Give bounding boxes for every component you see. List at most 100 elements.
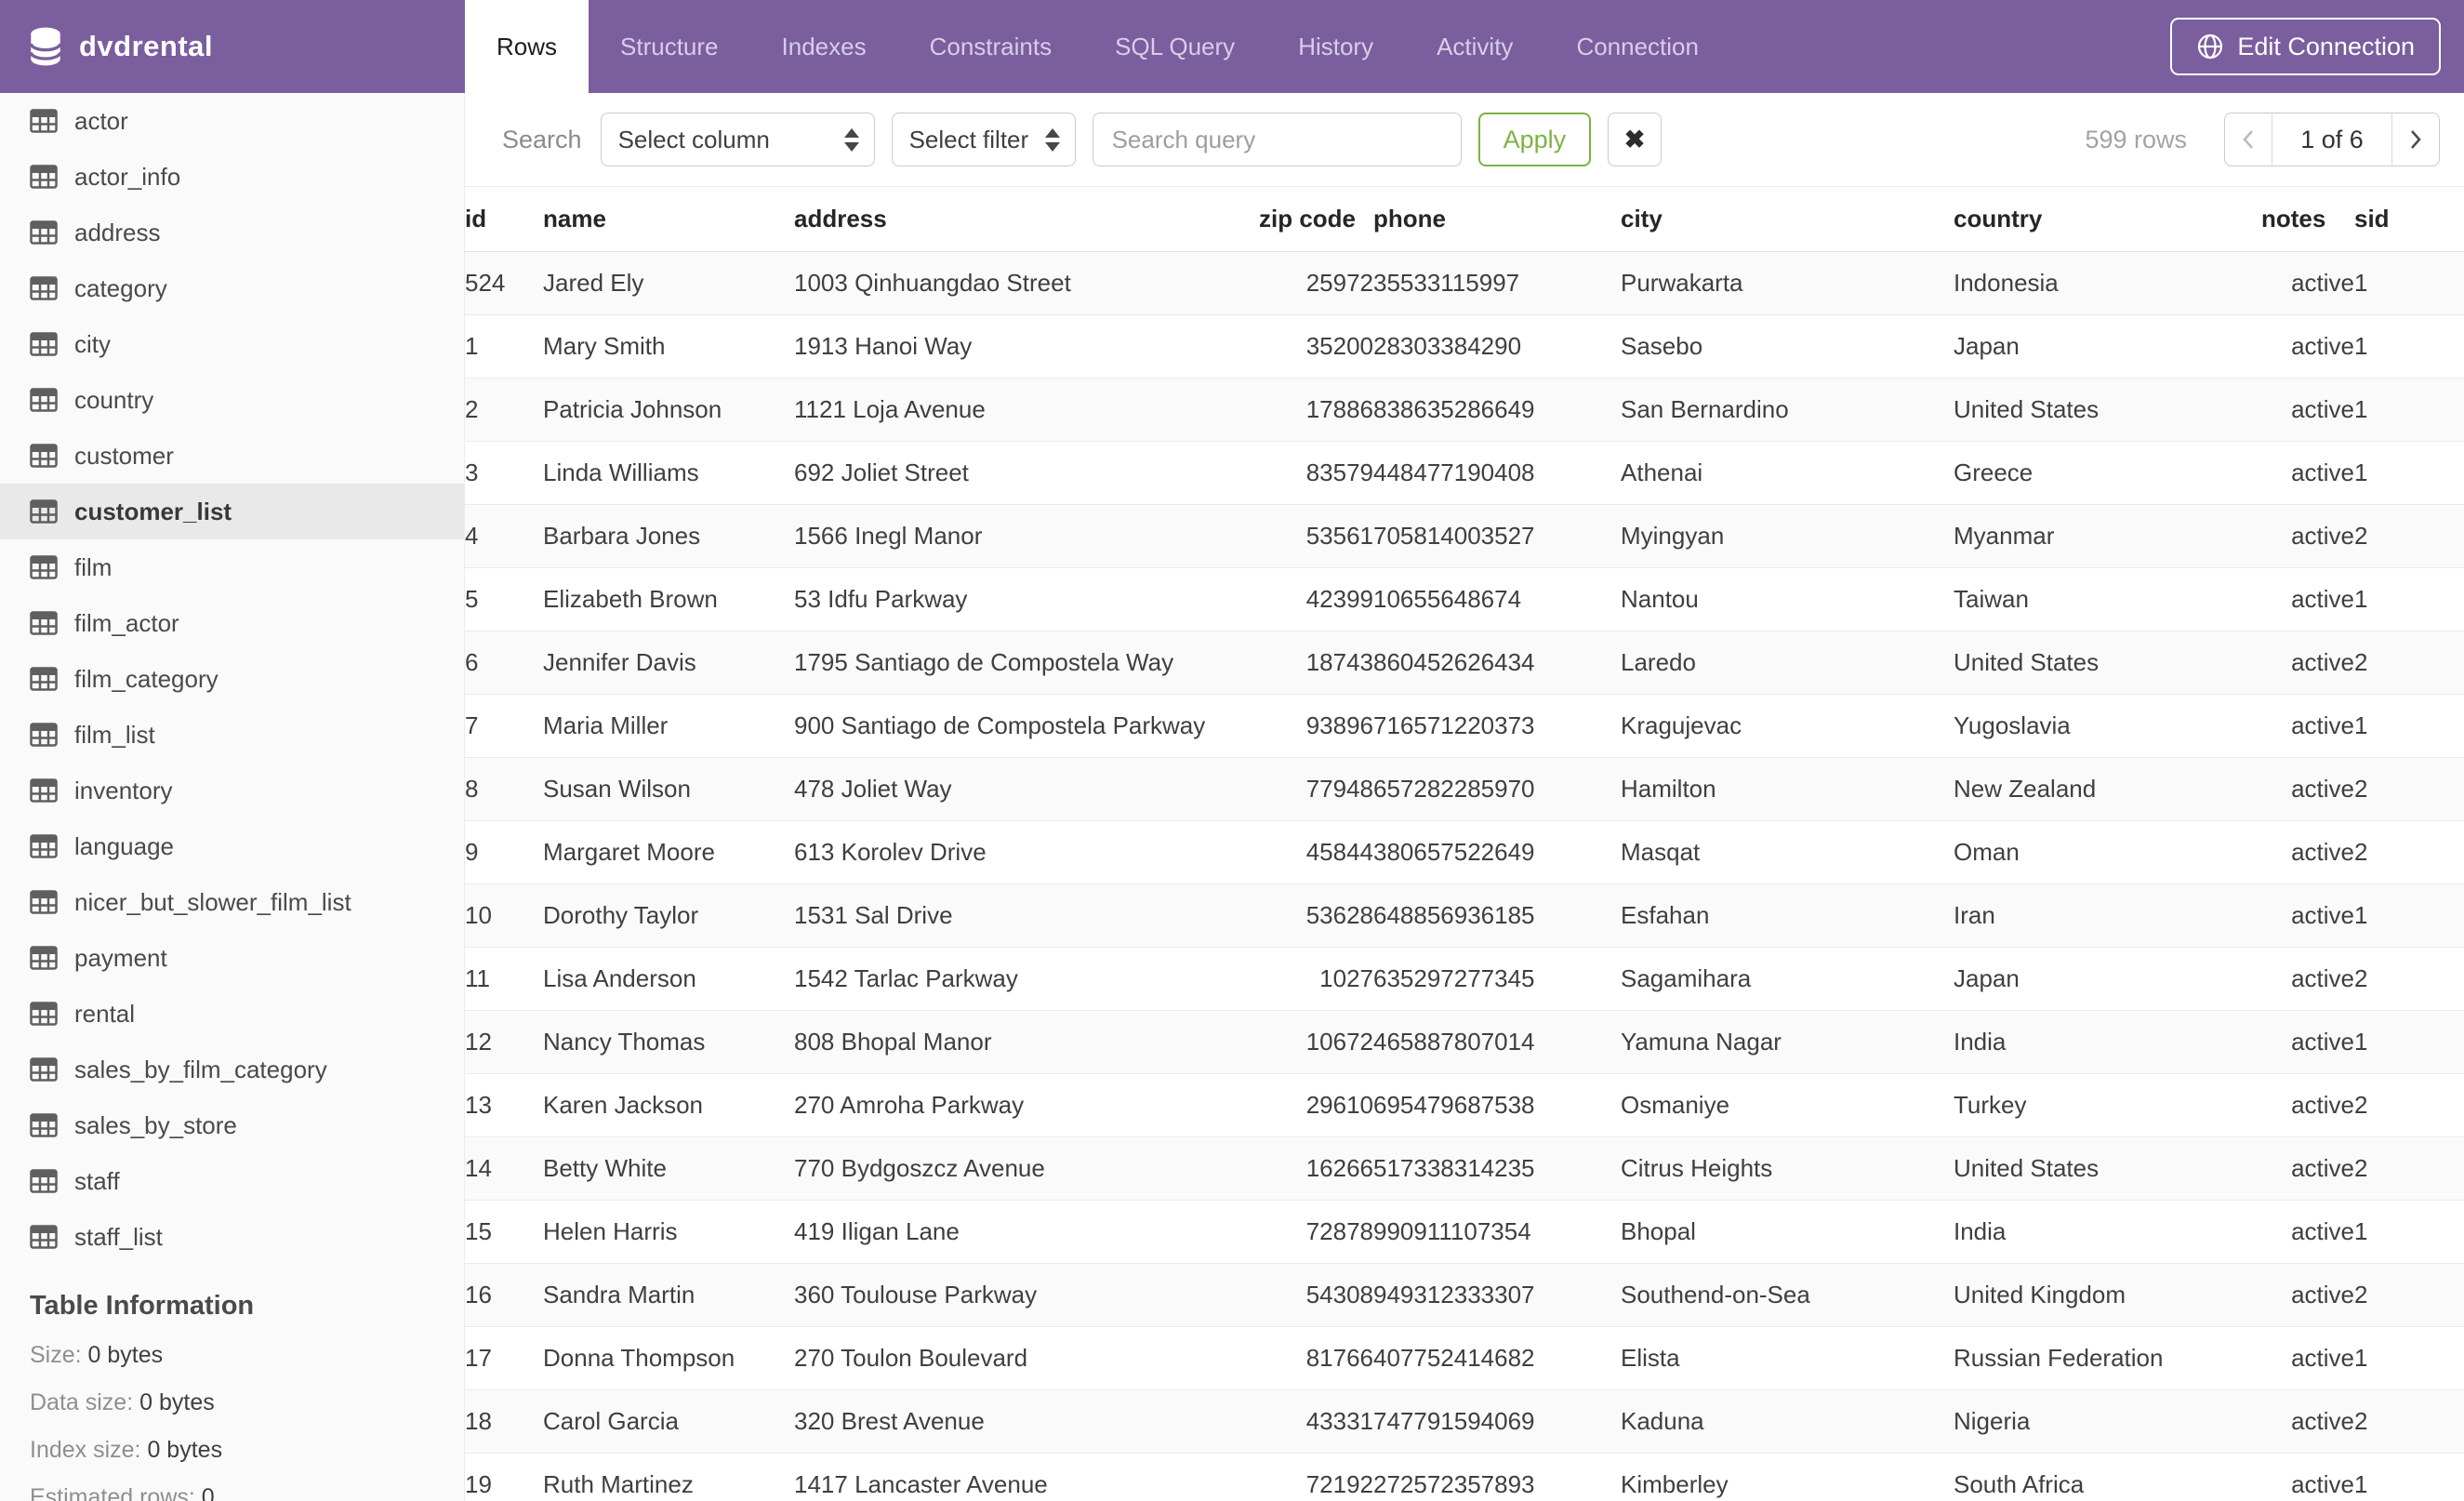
table-row[interactable]: 4 Barbara Jones 1566 Inegl Manor 53561 70581…: [465, 504, 2464, 568]
sidebar-item-sales_by_store[interactable]: sales_by_store: [0, 1097, 464, 1153]
sidebar-item-film_actor[interactable]: film_actor: [0, 595, 464, 651]
table-row[interactable]: 16 Sandra Martin 360 Toulouse Parkway 54308…: [465, 1263, 2464, 1327]
sidebar-item-category[interactable]: category: [0, 260, 464, 316]
sidebar-item-film_category[interactable]: film_category: [0, 651, 464, 707]
main-panel: Search Select column Select filter Apply…: [465, 93, 2464, 1501]
column-header-city[interactable]: city: [1621, 186, 1954, 252]
updown-arrows-icon: [843, 127, 859, 152]
sidebar-item-country[interactable]: country: [0, 372, 464, 428]
sidebar-item-customer[interactable]: customer: [0, 428, 464, 484]
cell-city: Osmaniye: [1621, 1073, 1954, 1137]
search-query-input[interactable]: [1092, 113, 1462, 166]
sidebar-item-label: staff_list: [74, 1222, 163, 1251]
table-row[interactable]: 12 Nancy Thomas 808 Bhopal Manor 10672 46588…: [465, 1010, 2464, 1074]
page-indicator: 1 of 6: [2272, 113, 2392, 166]
sidebar-item-address[interactable]: address: [0, 205, 464, 260]
tab-structure[interactable]: Structure: [589, 0, 750, 93]
table-row[interactable]: 18 Carol Garcia 320 Brest Avenue 43331 74779…: [465, 1389, 2464, 1454]
cell-notes: active: [2261, 1073, 2354, 1137]
column-header-id[interactable]: id: [465, 186, 543, 252]
table-row[interactable]: 7 Maria Miller 900 Santiago de Compostela …: [465, 694, 2464, 758]
sidebar-item-inventory[interactable]: inventory: [0, 763, 464, 818]
sidebar-item-language[interactable]: language: [0, 818, 464, 874]
column-header-country[interactable]: country: [1954, 186, 2261, 252]
sidebar-item-payment[interactable]: payment: [0, 930, 464, 986]
sidebar-item-label: film: [74, 552, 113, 581]
cell-phone: 695479687538: [1373, 1073, 1621, 1137]
cell-sid: 2: [2354, 947, 2464, 1011]
cell-phone: 949312333307: [1373, 1263, 1621, 1327]
cell-country: Yugoslavia: [1954, 694, 2261, 758]
table-row[interactable]: 11 Lisa Anderson 1542 Tarlac Parkway 1027 63…: [465, 947, 2464, 1011]
sidebar-item-film_list[interactable]: film_list: [0, 707, 464, 763]
table-row[interactable]: 6 Jennifer Davis 1795 Santiago de Composte…: [465, 631, 2464, 695]
cell-address: 270 Toulon Boulevard: [794, 1326, 1259, 1390]
cell-country: Nigeria: [1954, 1389, 2261, 1454]
cell-notes: active: [2261, 947, 2354, 1011]
sidebar-item-customer_list[interactable]: customer_list: [0, 484, 464, 539]
column-header-address[interactable]: address: [794, 186, 1259, 252]
database-logo: dvdrental: [0, 0, 465, 93]
table-row[interactable]: 8 Susan Wilson 478 Joliet Way 77948 65728228…: [465, 757, 2464, 821]
sidebar-item-staff_list[interactable]: staff_list: [0, 1209, 464, 1265]
info-value: 0 bytes: [81, 1342, 164, 1368]
cell-country: Turkey: [1954, 1073, 2261, 1137]
table-row[interactable]: 13 Karen Jackson 270 Amroha Parkway 29610 69…: [465, 1073, 2464, 1137]
info-label: Index size:: [30, 1437, 141, 1463]
tab-connection[interactable]: Connection: [1544, 0, 1730, 93]
column-header-name[interactable]: name: [543, 186, 794, 252]
column-header-phone[interactable]: phone: [1373, 186, 1621, 252]
table-row[interactable]: 1 Mary Smith 1913 Hanoi Way 35200 2830338429…: [465, 314, 2464, 379]
column-header-zip[interactable]: zip code: [1259, 186, 1373, 252]
column-header-notes[interactable]: notes: [2261, 186, 2354, 252]
column-header-sid[interactable]: sid: [2354, 186, 2464, 252]
clear-search-button[interactable]: ✖: [1608, 113, 1663, 166]
cell-id: 9: [465, 820, 543, 884]
apply-button[interactable]: Apply: [1477, 113, 1592, 166]
column-select[interactable]: Select column: [600, 113, 875, 166]
table-info-row: Size: 0 bytes: [30, 1342, 464, 1369]
table-row[interactable]: 10 Dorothy Taylor 1531 Sal Drive 53628 64885…: [465, 883, 2464, 948]
table-row[interactable]: 19 Ruth Martinez 1417 Lancaster Avenue 7219…: [465, 1453, 2464, 1501]
tab-activity[interactable]: Activity: [1405, 0, 1544, 93]
table-info-row: Estimated rows: 0: [30, 1484, 464, 1501]
cell-id: 1: [465, 314, 543, 379]
table-grid-icon: [30, 1057, 58, 1082]
tab-indexes[interactable]: Indexes: [750, 0, 898, 93]
table-row[interactable]: 17 Donna Thompson 270 Toulon Boulevard 8176…: [465, 1326, 2464, 1390]
sidebar-item-actor[interactable]: actor: [0, 93, 464, 149]
tab-rows[interactable]: Rows: [465, 0, 590, 93]
table-row[interactable]: 15 Helen Harris 419 Iligan Lane 72878 990911…: [465, 1200, 2464, 1264]
sidebar-item-city[interactable]: city: [0, 316, 464, 372]
sidebar-item-nicer_but_slower_film_list[interactable]: nicer_but_slower_film_list: [0, 874, 464, 930]
table-grid-icon: [30, 946, 58, 970]
sidebar-item-rental[interactable]: rental: [0, 986, 464, 1042]
cell-name: Dorothy Taylor: [543, 883, 794, 948]
edit-connection-button[interactable]: Edit Connection: [2170, 18, 2441, 75]
cell-name: Jared Ely: [543, 251, 794, 315]
sidebar-item-label: inventory: [74, 776, 173, 804]
previous-page-button[interactable]: [2225, 113, 2272, 166]
sidebar-item-actor_info[interactable]: actor_info: [0, 149, 464, 205]
table-info-row: Index size: 0 bytes: [30, 1437, 464, 1464]
cell-city: Myingyan: [1621, 504, 1954, 568]
filter-select[interactable]: Select filter: [891, 113, 1076, 166]
table-row[interactable]: 524 Jared Ely 1003 Qinhuangdao Street 25972…: [465, 251, 2464, 315]
tab-sql-query[interactable]: SQL Query: [1083, 0, 1266, 93]
tab-constraints[interactable]: Constraints: [898, 0, 1084, 93]
table-grid-icon: [30, 499, 58, 524]
sidebar-item-staff[interactable]: staff: [0, 1153, 464, 1209]
table-row[interactable]: 14 Betty White 770 Bydgoszcz Avenue 16266 51…: [465, 1136, 2464, 1201]
sidebar-item-sales_by_film_category[interactable]: sales_by_film_category: [0, 1042, 464, 1097]
table-row[interactable]: 2 Patricia Johnson 1121 Loja Avenue 17886 83…: [465, 378, 2464, 442]
next-page-button[interactable]: [2392, 113, 2439, 166]
table-row[interactable]: 9 Margaret Moore 613 Korolev Drive 45844 380…: [465, 820, 2464, 884]
sidebar-item-film[interactable]: film: [0, 539, 464, 595]
table-row[interactable]: 5 Elizabeth Brown 53 Idfu Parkway 42399 1065…: [465, 567, 2464, 631]
cell-sid: 1: [2354, 883, 2464, 948]
table-row[interactable]: 3 Linda Williams 692 Joliet Street 83579 448…: [465, 441, 2464, 505]
x-icon: ✖: [1623, 125, 1646, 153]
tab-history[interactable]: History: [1266, 0, 1405, 93]
grid-header-row: id name address zip code phone city country not…: [465, 186, 2464, 252]
